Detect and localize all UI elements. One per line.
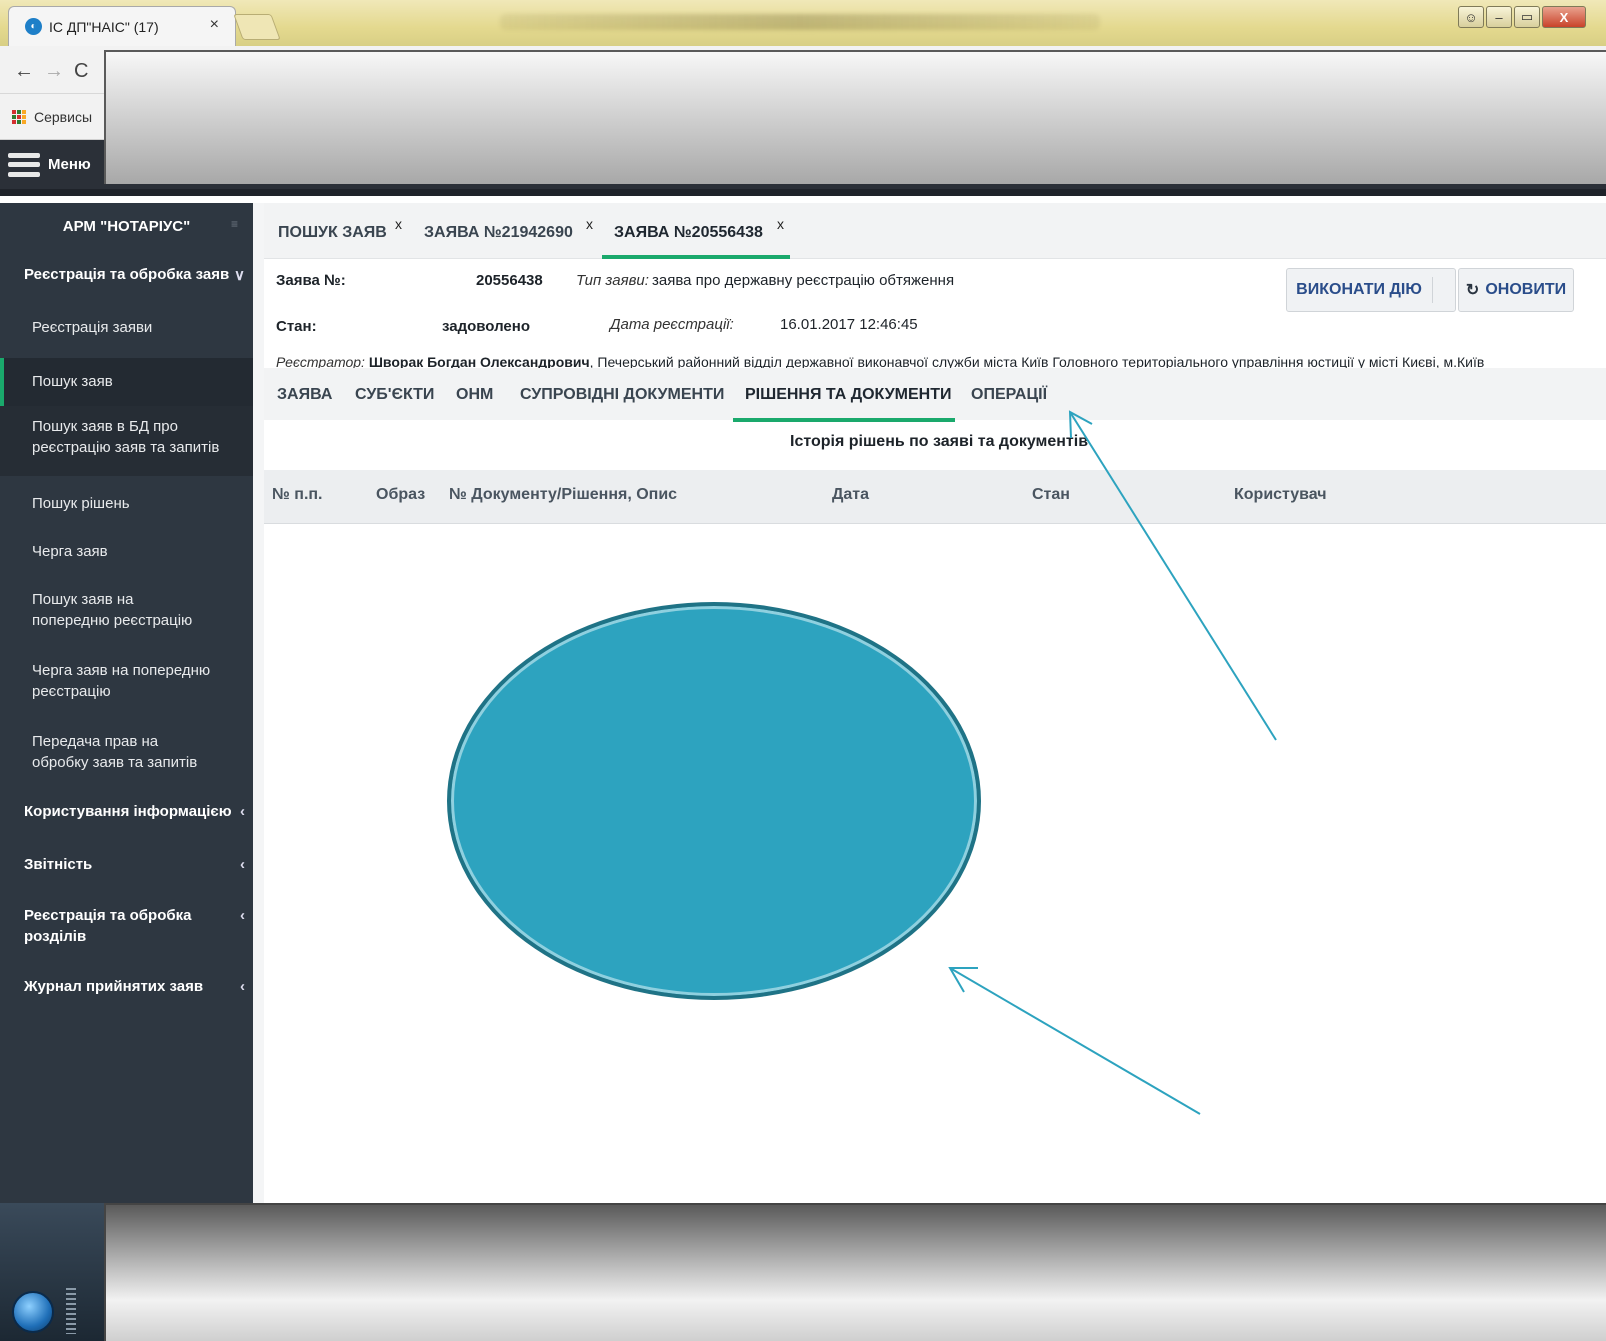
column-header-image[interactable]: Образ bbox=[376, 486, 425, 504]
chevron-left-icon: ‹ bbox=[240, 907, 245, 924]
sidebar-item-label: Передача прав на обробку заяв та запитів bbox=[32, 733, 198, 771]
sidebar-section-journal[interactable]: Журнал прийнятих заяв ‹ bbox=[0, 978, 253, 995]
subtab-operations[interactable]: ОПЕРАЦІЇ bbox=[971, 386, 1047, 404]
sidebar-item-label: Пошук рішень bbox=[32, 495, 130, 512]
sidebar-item-search-decisions[interactable]: Пошук рішень bbox=[0, 493, 253, 514]
chevron-left-icon: ‹ bbox=[240, 803, 245, 820]
window-user-icon[interactable]: ☺ bbox=[1458, 6, 1484, 28]
sidebar-section-label: Користування інформацією bbox=[24, 803, 232, 820]
column-header-date[interactable]: Дата bbox=[832, 486, 869, 504]
sidebar-item-queue[interactable]: Черга заяв bbox=[0, 541, 253, 562]
sidebar-section-sections-registration[interactable]: Реєстрація та обробка розділів ‹ bbox=[0, 905, 253, 947]
sidebar-brand-title: АРМ "НОТАРІУС" bbox=[62, 217, 191, 235]
apps-grid-icon[interactable] bbox=[12, 109, 26, 124]
execute-action-label: ВИКОНАТИ ДІЮ bbox=[1296, 281, 1422, 298]
sidebar-item-queue-preregistration[interactable]: Черга заяв на попередню реєстрацію bbox=[0, 660, 253, 702]
active-subtab-indicator bbox=[733, 418, 955, 422]
forward-arrow-icon[interactable]: → bbox=[44, 60, 64, 83]
close-tab-icon[interactable]: x bbox=[586, 216, 593, 232]
browser-tab-title: ІС ДП"НАІС" (17) bbox=[49, 18, 159, 35]
sidebar-toggle-icon[interactable]: ≡ bbox=[231, 217, 243, 231]
button-divider bbox=[1432, 277, 1433, 303]
tab-application-20556438[interactable]: ЗАЯВА №20556438 bbox=[614, 224, 763, 242]
sidebar-item-label: Пошук заяв bbox=[32, 373, 113, 390]
redacted-area-bottom bbox=[104, 1203, 1606, 1341]
active-tab-indicator bbox=[602, 255, 790, 259]
menu-label[interactable]: Меню bbox=[48, 156, 91, 173]
bookmark-services[interactable]: Сервисы bbox=[34, 109, 92, 125]
registration-date-label: Дата реєстрації: bbox=[610, 316, 734, 333]
status-value: задоволено bbox=[442, 318, 530, 335]
refresh-label: ОНОВИТИ bbox=[1485, 281, 1567, 298]
column-header-number[interactable]: № п.п. bbox=[272, 486, 323, 504]
close-tab-icon[interactable]: × bbox=[210, 16, 219, 34]
sidebar-item-register-application[interactable]: Реєстрація заяви bbox=[0, 317, 253, 338]
sidebar-item-label: Черга заяв bbox=[32, 543, 108, 560]
registration-date-value: 16.01.2017 12:46:45 bbox=[780, 316, 918, 333]
window-title-blurred bbox=[500, 14, 1100, 30]
chevron-left-icon: ‹ bbox=[240, 978, 245, 995]
application-number-value: 20556438 bbox=[476, 272, 543, 289]
restore-button[interactable]: ▭ bbox=[1514, 6, 1540, 28]
subtab-subjects[interactable]: СУБ'ЄКТИ bbox=[355, 386, 434, 404]
browser-tab[interactable]: ◐ ІС ДП"НАІС" (17) × bbox=[8, 6, 236, 46]
sidebar-item-label: Пошук заяв в БД про реєстрацію заяв та з… bbox=[32, 418, 220, 456]
sidebar-item-search-db[interactable]: Пошук заяв в БД про реєстрацію заяв та з… bbox=[0, 406, 253, 476]
sidebar: АРМ "НОТАРІУС" ≡ Реєстрація та обробка з… bbox=[0, 203, 253, 1203]
start-button-icon[interactable] bbox=[12, 1291, 54, 1333]
history-title: Історія рішень по заяві та документів bbox=[790, 433, 1089, 450]
sidebar-section-applications[interactable]: Реєстрація та обробка заяв ∨ bbox=[0, 266, 253, 284]
sidebar-section-label: Звітність bbox=[24, 856, 93, 873]
sidebar-section-info-usage[interactable]: Користування інформацією ‹ bbox=[0, 803, 253, 820]
status-label: Стан: bbox=[276, 318, 317, 335]
application-type-label: Тип заяви: bbox=[576, 272, 649, 289]
close-tab-icon[interactable]: x bbox=[777, 216, 784, 232]
reload-icon[interactable]: C bbox=[74, 60, 88, 83]
chevron-left-icon: ‹ bbox=[240, 856, 245, 873]
tab-search-applications[interactable]: ПОШУК ЗАЯВ bbox=[278, 224, 387, 242]
browser-tabstrip: ◐ ІС ДП"НАІС" (17) × ☺ – ▭ X bbox=[0, 0, 1606, 46]
application-number-label: Заява №: bbox=[276, 272, 346, 289]
sidebar-item-search-applications[interactable]: Пошук заяв bbox=[0, 358, 253, 406]
sidebar-item-label: Пошук заяв на попередню реєстрацію bbox=[32, 591, 193, 629]
sidebar-item-search-preregistration[interactable]: Пошук заяв на попередню реєстрацію bbox=[0, 589, 253, 631]
annotation-ellipse bbox=[447, 602, 981, 1000]
sidebar-brand: АРМ "НОТАРІУС" ≡ bbox=[0, 203, 253, 249]
back-arrow-icon[interactable]: ← bbox=[14, 60, 34, 83]
refresh-button[interactable]: ↻ ОНОВИТИ bbox=[1458, 268, 1574, 312]
new-tab-button[interactable] bbox=[233, 14, 281, 40]
sidebar-item-transfer-rights[interactable]: Передача прав на обробку заяв та запитів bbox=[0, 731, 253, 773]
execute-action-button[interactable]: ВИКОНАТИ ДІЮ bbox=[1286, 268, 1456, 312]
subtab-decisions-documents[interactable]: РІШЕННЯ ТА ДОКУМЕНТИ bbox=[745, 386, 951, 404]
sidebar-item-label: Черга заяв на попередню реєстрацію bbox=[32, 662, 211, 700]
window-controls: ☺ – ▭ X bbox=[1458, 6, 1586, 28]
subtab-accompanying-documents[interactable]: СУПРОВІДНІ ДОКУМЕНТИ bbox=[520, 386, 724, 404]
window-close-button[interactable]: X bbox=[1542, 6, 1586, 28]
sidebar-item-label: Реєстрація заяви bbox=[32, 319, 153, 336]
site-favicon-icon: ◐ bbox=[25, 18, 42, 35]
sidebar-section-label: Реєстрація та обробка розділів bbox=[24, 907, 192, 945]
application-type-value: заява про державну реєстрацію обтяження bbox=[652, 272, 955, 289]
subtab-onm[interactable]: ОНМ bbox=[456, 386, 493, 404]
column-header-document[interactable]: № Документу/Рішення, Опис bbox=[449, 486, 677, 504]
taskbar-grip bbox=[66, 1288, 76, 1334]
redacted-area-top bbox=[104, 50, 1606, 184]
tab-application-21942690[interactable]: ЗАЯВА №21942690 bbox=[424, 224, 573, 242]
sidebar-section-label: Реєстрація та обробка заяв bbox=[24, 266, 230, 283]
close-tab-icon[interactable]: x bbox=[395, 216, 402, 232]
column-header-user[interactable]: Користувач bbox=[1234, 486, 1327, 504]
chevron-down-icon: ∨ bbox=[234, 267, 245, 284]
sidebar-section-reports[interactable]: Звітність ‹ bbox=[0, 856, 253, 873]
sidebar-section-label: Журнал прийнятих заяв bbox=[24, 978, 204, 995]
hamburger-menu-icon[interactable] bbox=[8, 152, 40, 177]
refresh-icon: ↻ bbox=[1465, 282, 1480, 299]
column-header-status[interactable]: Стан bbox=[1032, 486, 1070, 504]
subtab-application[interactable]: ЗАЯВА bbox=[277, 386, 332, 404]
minimize-button[interactable]: – bbox=[1486, 6, 1512, 28]
